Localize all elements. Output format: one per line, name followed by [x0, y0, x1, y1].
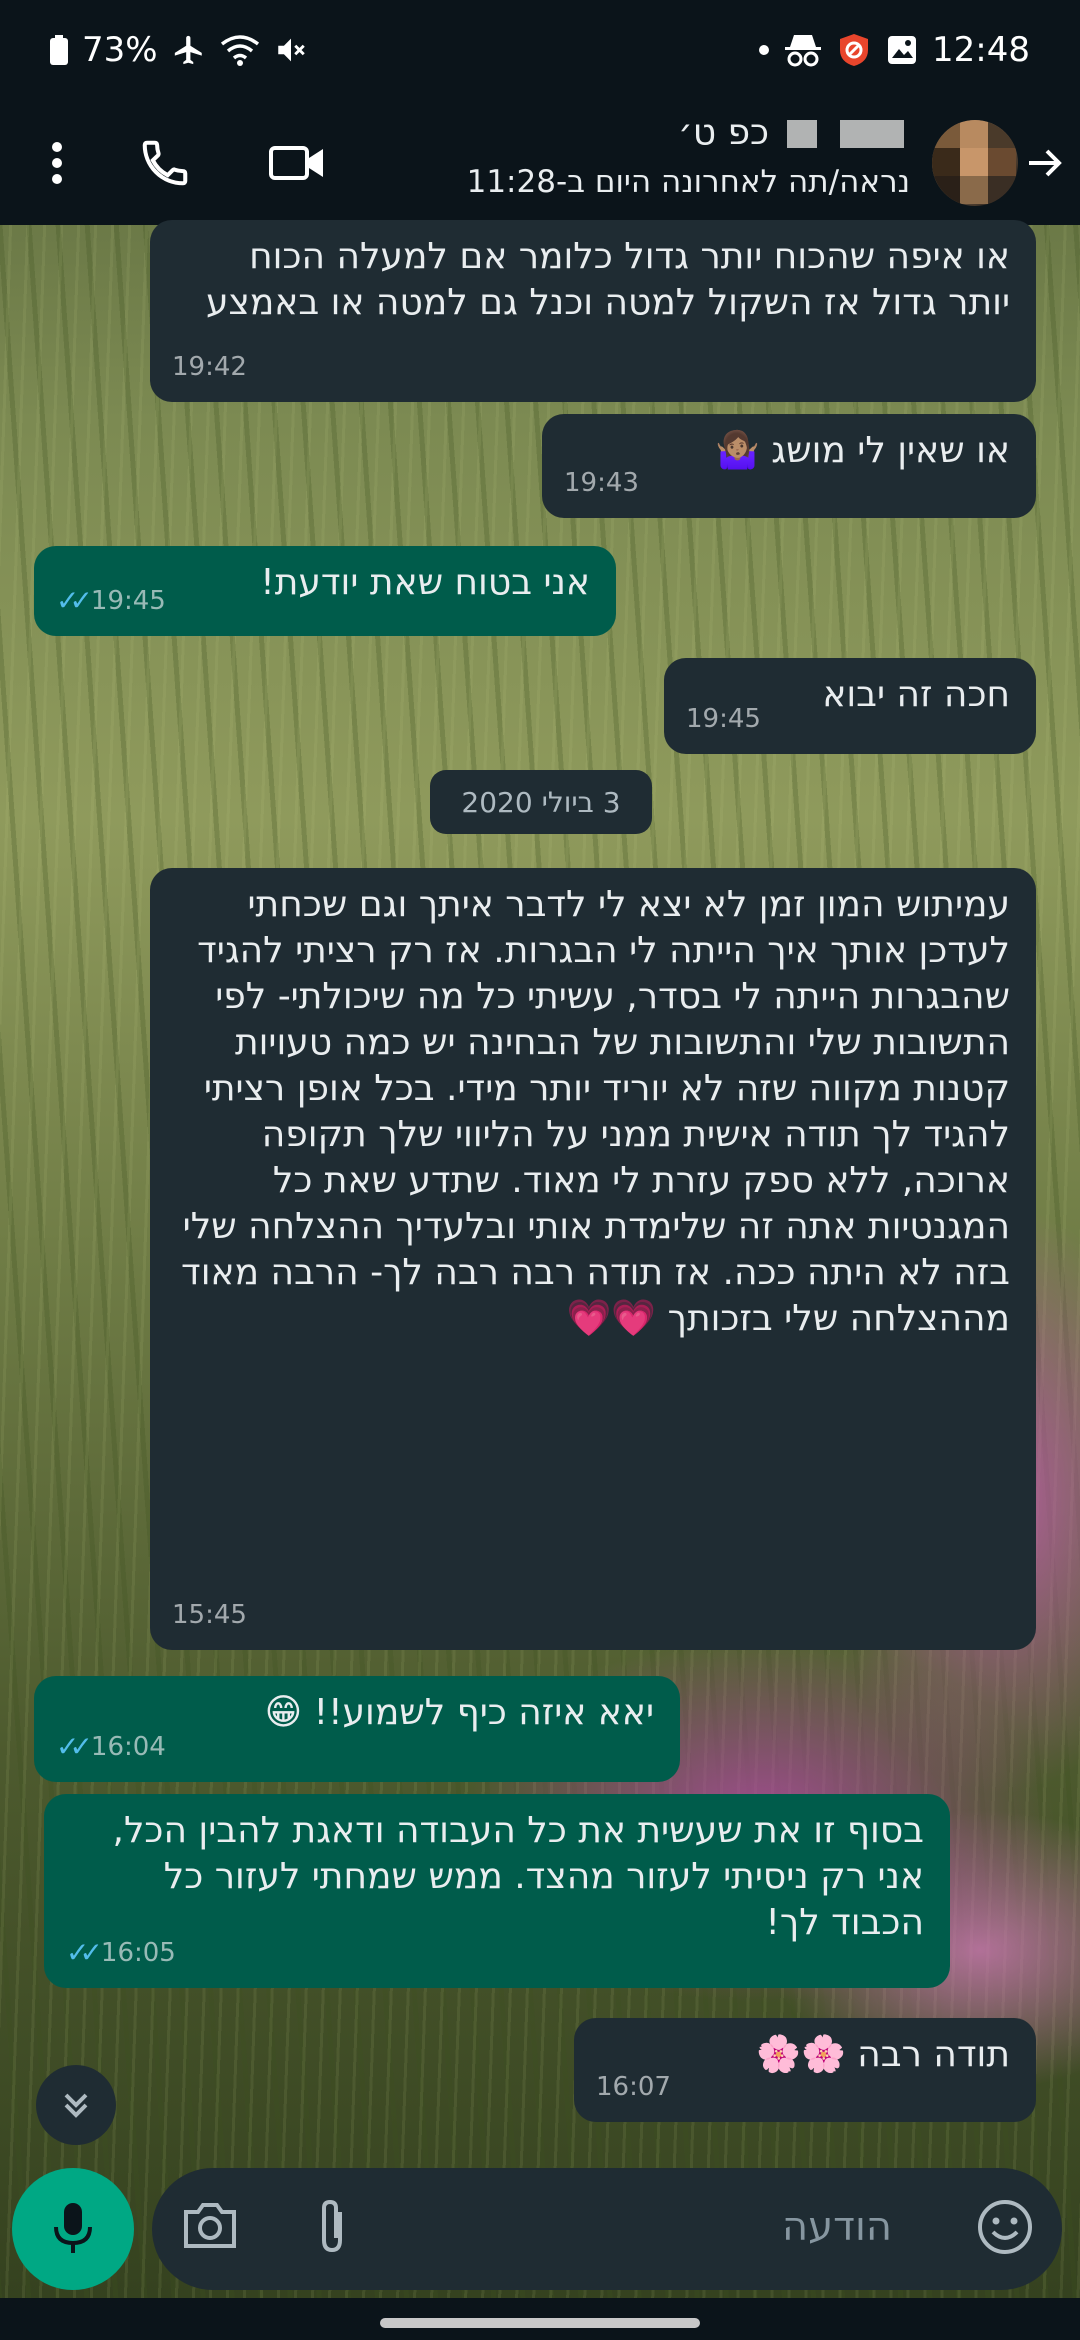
message-text: או איפה שהכוח יותר גדול כלומר אם למעלה ה… [205, 236, 1010, 323]
battery-level: 73% [82, 30, 158, 70]
more-options-button[interactable] [22, 128, 92, 198]
wifi-icon [220, 34, 260, 66]
message-time: 15:45 [172, 1600, 247, 1630]
message-text: אני בטוח שאת יודעת! [260, 562, 590, 603]
incognito-icon [784, 33, 822, 67]
emoji-icon [978, 2200, 1032, 2254]
message-bubble-incoming[interactable]: עמיתוש המון זמן לא יצא לי לדבר איתך וגם … [150, 868, 1036, 1650]
message-time: 19:45 [686, 704, 761, 734]
message-bubble-incoming[interactable]: או איפה שהכוח יותר גדול כלומר אם למעלה ה… [150, 220, 1036, 402]
scroll-to-bottom-button[interactable] [36, 2065, 116, 2145]
gallery-icon [886, 34, 918, 66]
emoji-button[interactable] [976, 2198, 1034, 2260]
paperclip-icon [322, 2199, 342, 2253]
message-bubble-outgoing[interactable]: בסוף זו את שעשית את כל העבודה ודאגת להבי… [44, 1794, 950, 1988]
message-text: בסוף זו את שעשית את כל העבודה ודאגת להבי… [112, 1810, 924, 1943]
message-time: 19:42 [172, 352, 247, 382]
chevron-double-down-icon [64, 2093, 88, 2118]
video-call-button[interactable] [262, 128, 332, 198]
phone-icon [142, 140, 188, 186]
message-time: 19:45 [90, 586, 166, 616]
date-divider: 3 ביולי 2020 [430, 770, 652, 834]
message-time: 19:43 [564, 468, 639, 498]
camera-icon [184, 2203, 236, 2248]
clock: 12:48 [932, 30, 1030, 70]
message-text: חכה זה יבוא [822, 674, 1010, 715]
message-time: 16:07 [596, 2072, 671, 2102]
back-button[interactable] [1010, 128, 1080, 198]
message-bubble-incoming[interactable]: או שאין לי מושג 🤷🏽‍♀️ 19:43 [542, 414, 1036, 518]
redacted-mark [840, 120, 904, 148]
contact-name[interactable]: כפ ט׳ [678, 112, 910, 153]
message-input[interactable]: הודעה [782, 2204, 892, 2250]
camera-button[interactable] [182, 2200, 238, 2254]
message-text: תודה רבה 🌸🌸 [756, 2034, 1010, 2075]
message-bubble-incoming[interactable]: תודה רבה 🌸🌸 16:07 [574, 2018, 1036, 2122]
message-bubble-incoming[interactable]: חכה זה יבוא 19:45 [664, 658, 1036, 754]
dot-icon [758, 44, 770, 56]
double-check-icon: ✓✓ [66, 1936, 103, 1969]
message-bubble-outgoing[interactable]: אני בטוח שאת יודעת! ✓✓ 19:45 [34, 546, 616, 636]
video-icon [269, 146, 323, 180]
message-bubble-outgoing[interactable]: יאא איזה כיף לשמוע!! 😁 ✓✓ 16:04 [34, 1676, 680, 1782]
arrow-right-icon [1029, 149, 1062, 177]
avatar[interactable] [932, 120, 1018, 206]
voice-call-button[interactable] [130, 128, 200, 198]
double-check-icon: ✓✓ [56, 1730, 93, 1763]
message-time: 16:04 [90, 1732, 166, 1762]
message-text: יאא איזה כיף לשמוע!! 😁 [264, 1692, 654, 1733]
voice-record-button[interactable] [12, 2168, 134, 2290]
battery-icon [50, 35, 68, 65]
message-text: או שאין לי מושג 🤷🏽‍♀️ [714, 430, 1010, 471]
chat-header: כפ ט׳ נראה/תה לאחרונה היום ב-11:28 [0, 100, 1080, 225]
home-gesture-bar[interactable] [380, 2318, 700, 2328]
status-bar: 73% 12:48 [0, 0, 1080, 100]
microphone-icon [54, 2203, 92, 2253]
adblock-icon [836, 32, 872, 68]
message-composer[interactable]: הודעה [152, 2168, 1062, 2290]
message-text: עמיתוש המון זמן לא יצא לי לדבר איתך וגם … [181, 884, 1010, 1339]
last-seen-status: נראה/תה לאחרונה היום ב-11:28 [466, 164, 910, 200]
attach-button[interactable] [312, 2196, 352, 2260]
mute-icon [274, 33, 308, 67]
message-time: 16:05 [100, 1938, 176, 1968]
double-check-icon: ✓✓ [56, 584, 93, 617]
redacted-mark [786, 120, 817, 148]
airplane-icon [172, 33, 206, 67]
